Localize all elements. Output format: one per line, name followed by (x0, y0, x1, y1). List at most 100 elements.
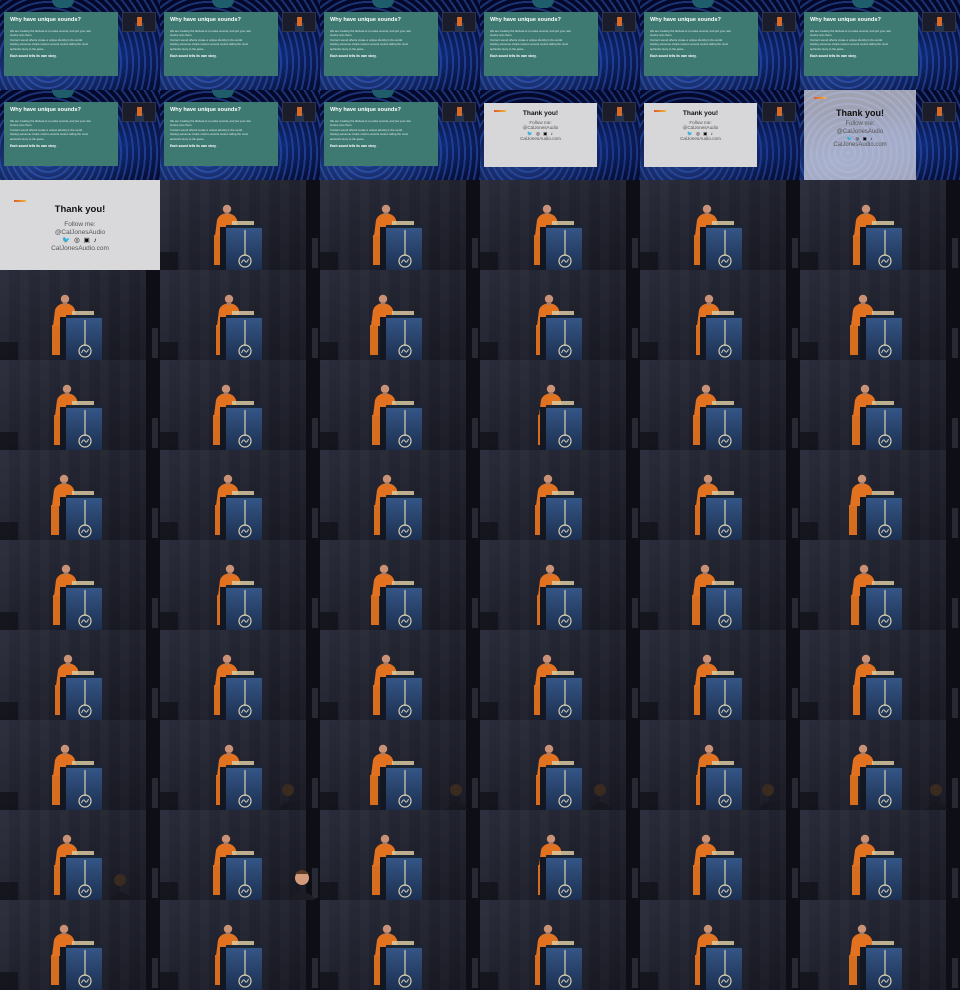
stage-scene (0, 270, 160, 360)
podium (860, 585, 902, 630)
slide-footer: Each sound tells its own story. (490, 54, 537, 59)
stage-frame (480, 270, 640, 360)
stage-frame (800, 810, 960, 900)
podium (60, 315, 102, 360)
podium (60, 585, 102, 630)
stage-scene (480, 540, 640, 630)
stage-scene (800, 270, 960, 360)
website-text: CalJonesAudio.com (680, 136, 721, 142)
podium (380, 855, 422, 900)
accent-bar (654, 110, 666, 112)
stage-frame (800, 450, 960, 540)
slide-frame: Why have unique sounds? We are creating … (0, 0, 160, 90)
podium (540, 315, 582, 360)
podium (60, 675, 102, 720)
stage-scene (320, 630, 480, 720)
accent-bar (14, 200, 26, 202)
slide-frame: Why have unique sounds? We are creating … (800, 0, 960, 90)
stage-scene (480, 270, 640, 360)
stage-frame (800, 900, 960, 990)
podium (540, 225, 582, 270)
stage-frame (640, 360, 800, 450)
stage-scene (800, 450, 960, 540)
podium (700, 585, 742, 630)
podium (860, 495, 902, 540)
podium (860, 765, 902, 810)
podium (860, 675, 902, 720)
stage-scene (640, 810, 800, 900)
stage-frame (800, 540, 960, 630)
stage-frame (320, 360, 480, 450)
stage-scene (800, 810, 960, 900)
stage-scene (800, 630, 960, 720)
stage-scene (0, 900, 160, 990)
stage-scene (160, 810, 320, 900)
stage-frame (0, 900, 160, 990)
stage-frame (480, 360, 640, 450)
slide-footer: Each sound tells its own story. (170, 54, 217, 59)
podium (540, 675, 582, 720)
stage-scene (160, 540, 320, 630)
stage-frame (480, 180, 640, 270)
slide-body: We are creating the lifeboat to re-make … (10, 119, 92, 141)
stage-scene (160, 180, 320, 270)
stage-scene (320, 360, 480, 450)
podium (380, 945, 422, 990)
podium (700, 945, 742, 990)
stage-frame (640, 180, 800, 270)
slide-title: Why have unique sounds? (650, 17, 721, 23)
stage-frame (0, 720, 160, 810)
podium (700, 765, 742, 810)
stage-scene (640, 450, 800, 540)
podium (60, 405, 102, 450)
podium (60, 855, 102, 900)
stage-frame (160, 450, 320, 540)
stage-frame (800, 630, 960, 720)
accent-bar (494, 110, 506, 112)
podium (380, 585, 422, 630)
speaker-inset (922, 12, 956, 32)
stage-frame (640, 450, 800, 540)
stage-frame (480, 720, 640, 810)
podium (220, 765, 262, 810)
thankyou-slide: Thank you! Follow me: @CalJonesAudio 🐦 ◎… (0, 180, 160, 270)
follow-label: Follow me: (64, 221, 96, 228)
podium (380, 675, 422, 720)
slide-title: Why have unique sounds? (330, 17, 401, 23)
stage-scene (640, 630, 800, 720)
stage-scene (0, 540, 160, 630)
stage-scene (320, 180, 480, 270)
speaker-inset (602, 12, 636, 32)
speaker-inset (442, 102, 476, 122)
slide-body: We are creating the lifeboat to re-make … (810, 29, 892, 51)
slide-body: We are creating the lifeboat to re-make … (170, 119, 252, 141)
slide-panel: Why have unique sounds? We are creating … (324, 12, 438, 76)
stage-scene (640, 540, 800, 630)
slide-footer: Each sound tells its own story. (330, 54, 377, 59)
stage-frame (160, 630, 320, 720)
slide-body: We are creating the lifeboat to re-make … (490, 29, 572, 51)
stage-scene (640, 360, 800, 450)
stage-scene (160, 450, 320, 540)
stage-frame (160, 720, 320, 810)
stage-frame (800, 360, 960, 450)
stage-frame (640, 900, 800, 990)
podium (380, 765, 422, 810)
podium (220, 675, 262, 720)
stage-frame (800, 270, 960, 360)
stage-scene (480, 810, 640, 900)
speaker-inset (282, 12, 316, 32)
social-handle: @CalJonesAudio (836, 128, 884, 135)
podium (860, 315, 902, 360)
stage-frame (640, 270, 800, 360)
stage-scene (800, 900, 960, 990)
podium (700, 495, 742, 540)
speaker-inset (282, 102, 316, 122)
speaker-inset (602, 102, 636, 122)
website-text: CalJonesAudio.com (520, 136, 561, 142)
podium (700, 315, 742, 360)
stage-frame (0, 450, 160, 540)
podium (380, 315, 422, 360)
slide-body: We are creating the lifeboat to re-make … (10, 29, 92, 51)
stage-frame (480, 900, 640, 990)
